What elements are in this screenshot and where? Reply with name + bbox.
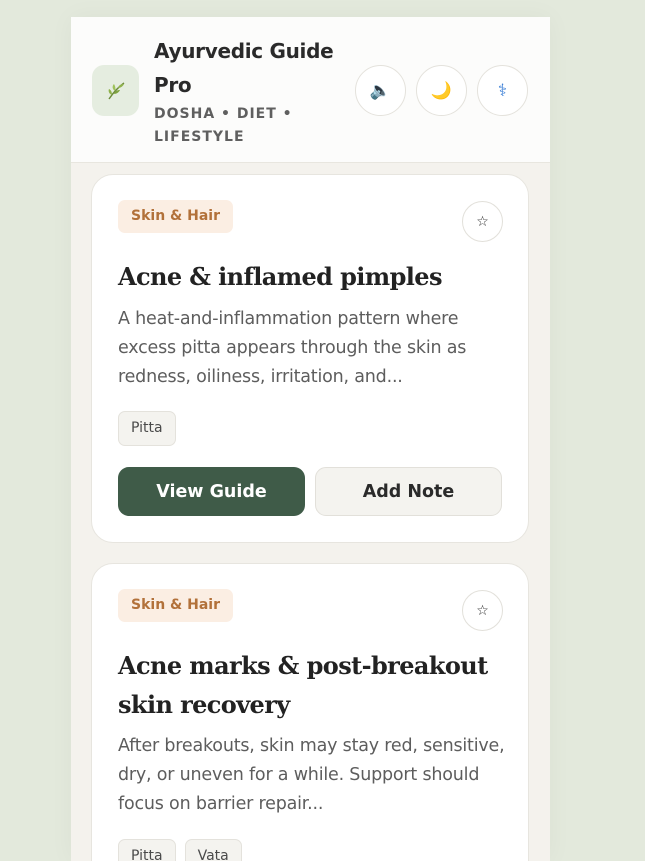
sound-button[interactable]: 🔈 <box>355 65 406 116</box>
dosha-tag: Vata <box>184 839 242 861</box>
favorite-button[interactable]: ☆ <box>462 201 503 242</box>
speaker-icon: 🔈 <box>369 80 392 101</box>
category-badge: Skin & Hair <box>118 589 233 622</box>
star-icon: ☆ <box>476 213 489 230</box>
theme-toggle-button[interactable]: 🌙 <box>416 65 467 116</box>
card-title: Acne & inflamed pimples <box>118 262 442 291</box>
condition-card: Skin & Hair ☆ Acne marks & post-breakout… <box>91 563 529 861</box>
app-subtitle: DOSHA • DIET • LIFESTYLE <box>154 106 293 145</box>
app-shell: Ayurvedic Guide Pro DOSHA • DIET • LIFES… <box>71 17 550 861</box>
add-note-button[interactable]: Add Note <box>315 467 502 516</box>
card-description: After breakouts, skin may stay red, sens… <box>118 736 505 814</box>
card-description: A heat-and-inflammation pattern where ex… <box>118 309 467 387</box>
star-icon: ☆ <box>476 602 489 619</box>
category-badge: Skin & Hair <box>118 200 233 233</box>
moon-icon: 🌙 <box>430 80 453 101</box>
dosha-tag: Pitta <box>118 839 176 861</box>
favorite-button[interactable]: ☆ <box>462 590 503 631</box>
app-logo <box>92 65 139 116</box>
caduceus-icon: ⚕ <box>497 80 508 101</box>
dosha-tags: Pitta <box>118 411 176 446</box>
card-title: Acne marks & post-breakout skin recovery <box>118 651 488 719</box>
app-header: Ayurvedic Guide Pro DOSHA • DIET • LIFES… <box>71 17 550 163</box>
dosha-tags: Pitta Vata <box>118 839 242 861</box>
leaf-icon <box>107 81 124 99</box>
condition-card: Skin & Hair ☆ Acne & inflamed pimples A … <box>91 174 529 543</box>
view-guide-button[interactable]: View Guide <box>118 467 305 516</box>
app-title: Ayurvedic Guide Pro <box>154 39 334 97</box>
medical-button[interactable]: ⚕ <box>477 65 528 116</box>
dosha-tag: Pitta <box>118 411 176 446</box>
